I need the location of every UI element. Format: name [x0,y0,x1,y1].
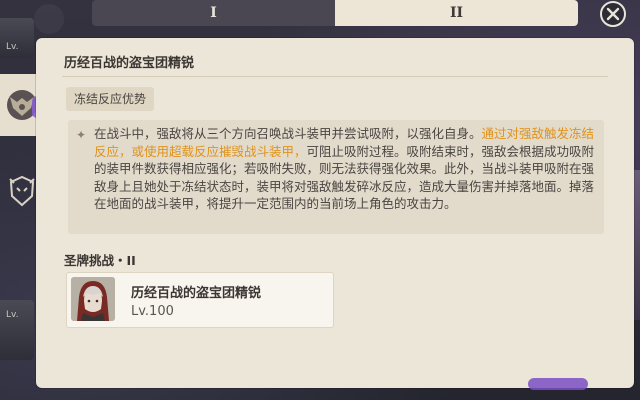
panel-title: 历经百战的盗宝团精锐 [64,56,195,71]
close-icon [606,7,620,21]
enemy-level: Lv.100 [131,304,174,319]
background-level-label: Lv. [6,42,19,52]
background-character-card: Lv. [0,18,34,58]
divider [62,76,608,77]
tab-i[interactable]: I [92,0,335,26]
purple-swirl-decoration [528,378,588,390]
description-box: ✦ 在战斗中，强敌将从三个方向召唤战斗装甲并尝试吸附，以强化自身。通过对强敌触发… [68,120,604,234]
hooded-enemy-portrait-icon [71,277,115,321]
enemy-name: 历经百战的盗宝团精锐 [131,286,262,301]
description-part1: 在战斗中，强敌将从三个方向召唤战斗装甲并尝试吸附，以强化自身。 [94,126,482,141]
enemy-card[interactable]: 历经百战的盗宝团精锐 Lv.100 [66,272,334,328]
mask-emblem-icon [9,175,35,207]
description-text: 在战斗中，强敌将从三个方向召唤战斗装甲并尝试吸附，以强化自身。通过对强敌触发冻结… [94,125,598,213]
tab-ii[interactable]: II [335,0,578,26]
reaction-advantage-chip: 冻结反应优势 [66,87,155,111]
background-level-label: Lv. [6,310,19,320]
close-button[interactable] [600,1,626,27]
enemy-portrait [71,277,115,321]
tab-bar: I II [92,0,578,26]
section-title: 圣牌挑战・II [64,253,136,268]
info-panel: 历经百战的盗宝团精锐 冻结反应优势 ✦ 在战斗中，强敌将从三个方向召唤战斗装甲并… [36,38,634,388]
background-character-card: Lv. [0,300,34,360]
background-emblem-icon [34,4,64,34]
sparkle-icon: ✦ [76,128,87,142]
